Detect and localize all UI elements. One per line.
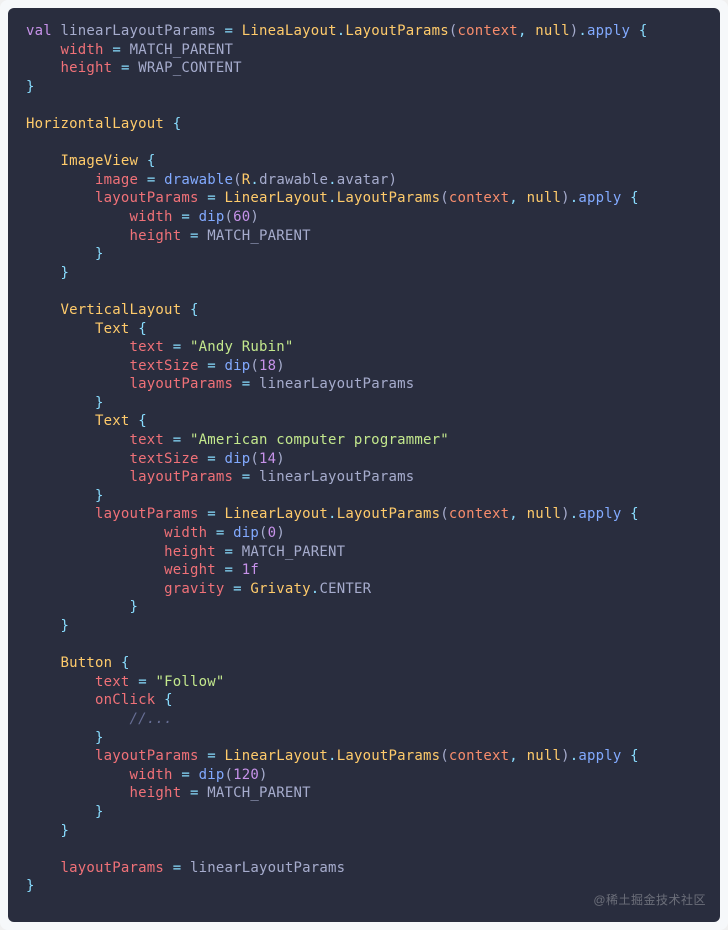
code-card: val linearLayoutParams = LineaLayout.Lay…	[0, 0, 728, 930]
code-content: val linearLayoutParams = LineaLayout.Lay…	[26, 22, 702, 896]
code-block[interactable]: val linearLayoutParams = LineaLayout.Lay…	[8, 8, 720, 922]
